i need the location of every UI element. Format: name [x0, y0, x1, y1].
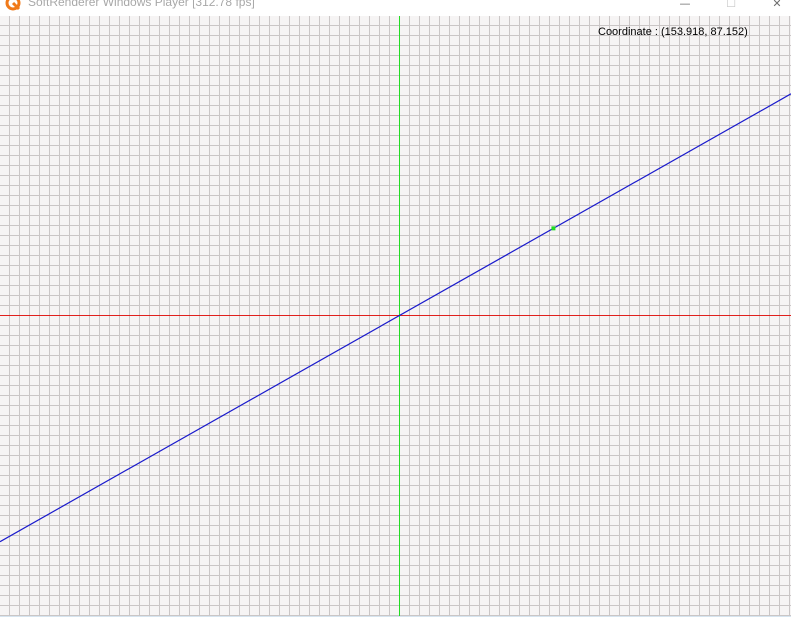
minimize-button[interactable]: —	[662, 0, 708, 14]
title-bar[interactable]: SoftRenderer Windows Player [312.78 fps]…	[0, 0, 791, 16]
render-viewport[interactable]: Coordinate : (153.918, 87.152)	[0, 16, 791, 616]
maximize-button[interactable]: ☐	[708, 0, 754, 14]
close-icon: ✕	[772, 0, 782, 10]
close-button[interactable]: ✕	[754, 0, 791, 14]
graph-line	[0, 93, 791, 543]
cursor-marker	[551, 226, 556, 231]
coordinate-readout: Coordinate : (153.918, 87.152)	[598, 26, 748, 38]
maximize-icon: ☐	[726, 0, 736, 10]
window-bottom-border	[0, 616, 791, 627]
app-icon	[5, 0, 21, 11]
minimize-icon: —	[679, 0, 691, 10]
window-title: SoftRenderer Windows Player [312.78 fps]	[28, 0, 255, 9]
render-canvas	[0, 16, 791, 616]
